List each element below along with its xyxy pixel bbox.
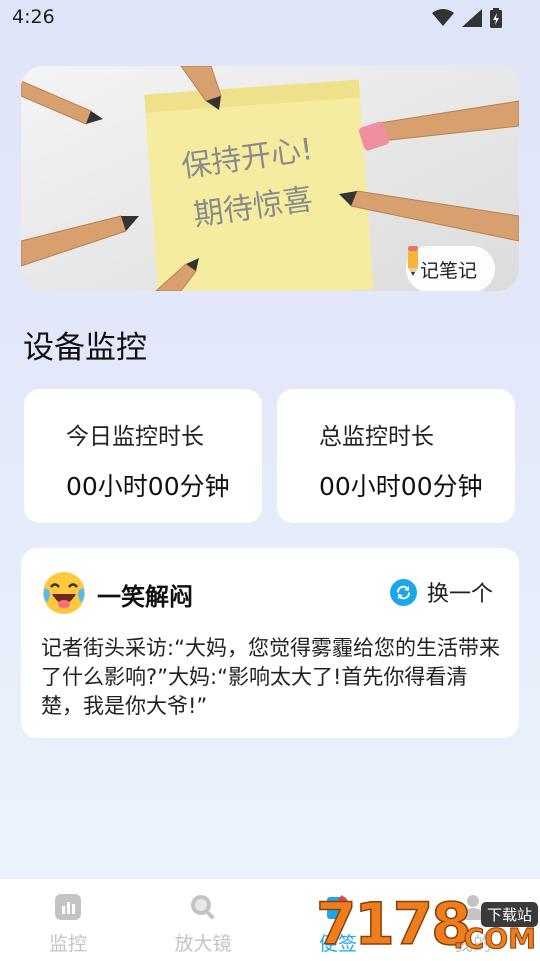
today-monitor-label: 今日监控时长 xyxy=(66,424,204,450)
tab-monitor[interactable]: 监控 xyxy=(18,893,118,956)
watermark-digits: 7178 xyxy=(315,889,472,959)
section-title: 设备监控 xyxy=(23,330,147,366)
refresh-joke-label: 换一个 xyxy=(426,582,493,607)
tab-magnifier-label: 放大镜 xyxy=(174,933,232,955)
status-icons xyxy=(432,8,502,28)
joke-title: 一笑解闷 xyxy=(97,583,193,611)
tab-magnifier[interactable]: 放大镜 xyxy=(153,893,253,956)
cellular-signal-icon xyxy=(462,9,482,27)
status-time: 4:26 xyxy=(12,6,55,28)
banner: 保持开心! 期待惊喜 记笔记 xyxy=(21,66,519,291)
note-button[interactable]: 记笔记 xyxy=(405,246,495,291)
battery-charging-icon xyxy=(490,8,502,28)
total-monitor-value: 00小时00分钟 xyxy=(319,472,483,501)
refresh-joke-button[interactable]: 换一个 xyxy=(389,576,493,608)
refresh-icon xyxy=(389,578,417,606)
magnifier-icon xyxy=(191,895,215,920)
total-monitor-card: 总监控时长 00小时00分钟 xyxy=(277,389,515,523)
pencil-icon xyxy=(407,246,418,276)
today-monitor-value: 00小时00分钟 xyxy=(66,472,230,501)
wifi-icon xyxy=(432,9,454,26)
watermark-domain: .COM xyxy=(453,922,537,956)
status-bar: 4:26 xyxy=(0,0,540,36)
chart-icon xyxy=(55,894,81,920)
joke-card: 一笑解闷 换一个 记者街头采访:“大妈，您觉得雾霾给您的生活带来了什么影响?”大… xyxy=(21,548,519,738)
joke-text: 记者街头采访:“大妈，您觉得雾霾给您的生活带来了什么影响?”大妈:“影响太大了!… xyxy=(41,636,500,718)
site-watermark: 7178 下载站 .COM xyxy=(315,888,540,960)
total-monitor-label: 总监控时长 xyxy=(319,424,434,450)
laughing-emoji-icon xyxy=(43,572,85,614)
tab-monitor-label: 监控 xyxy=(48,933,87,955)
today-monitor-card: 今日监控时长 00小时00分钟 xyxy=(24,389,262,523)
note-button-label: 记笔记 xyxy=(419,259,477,282)
